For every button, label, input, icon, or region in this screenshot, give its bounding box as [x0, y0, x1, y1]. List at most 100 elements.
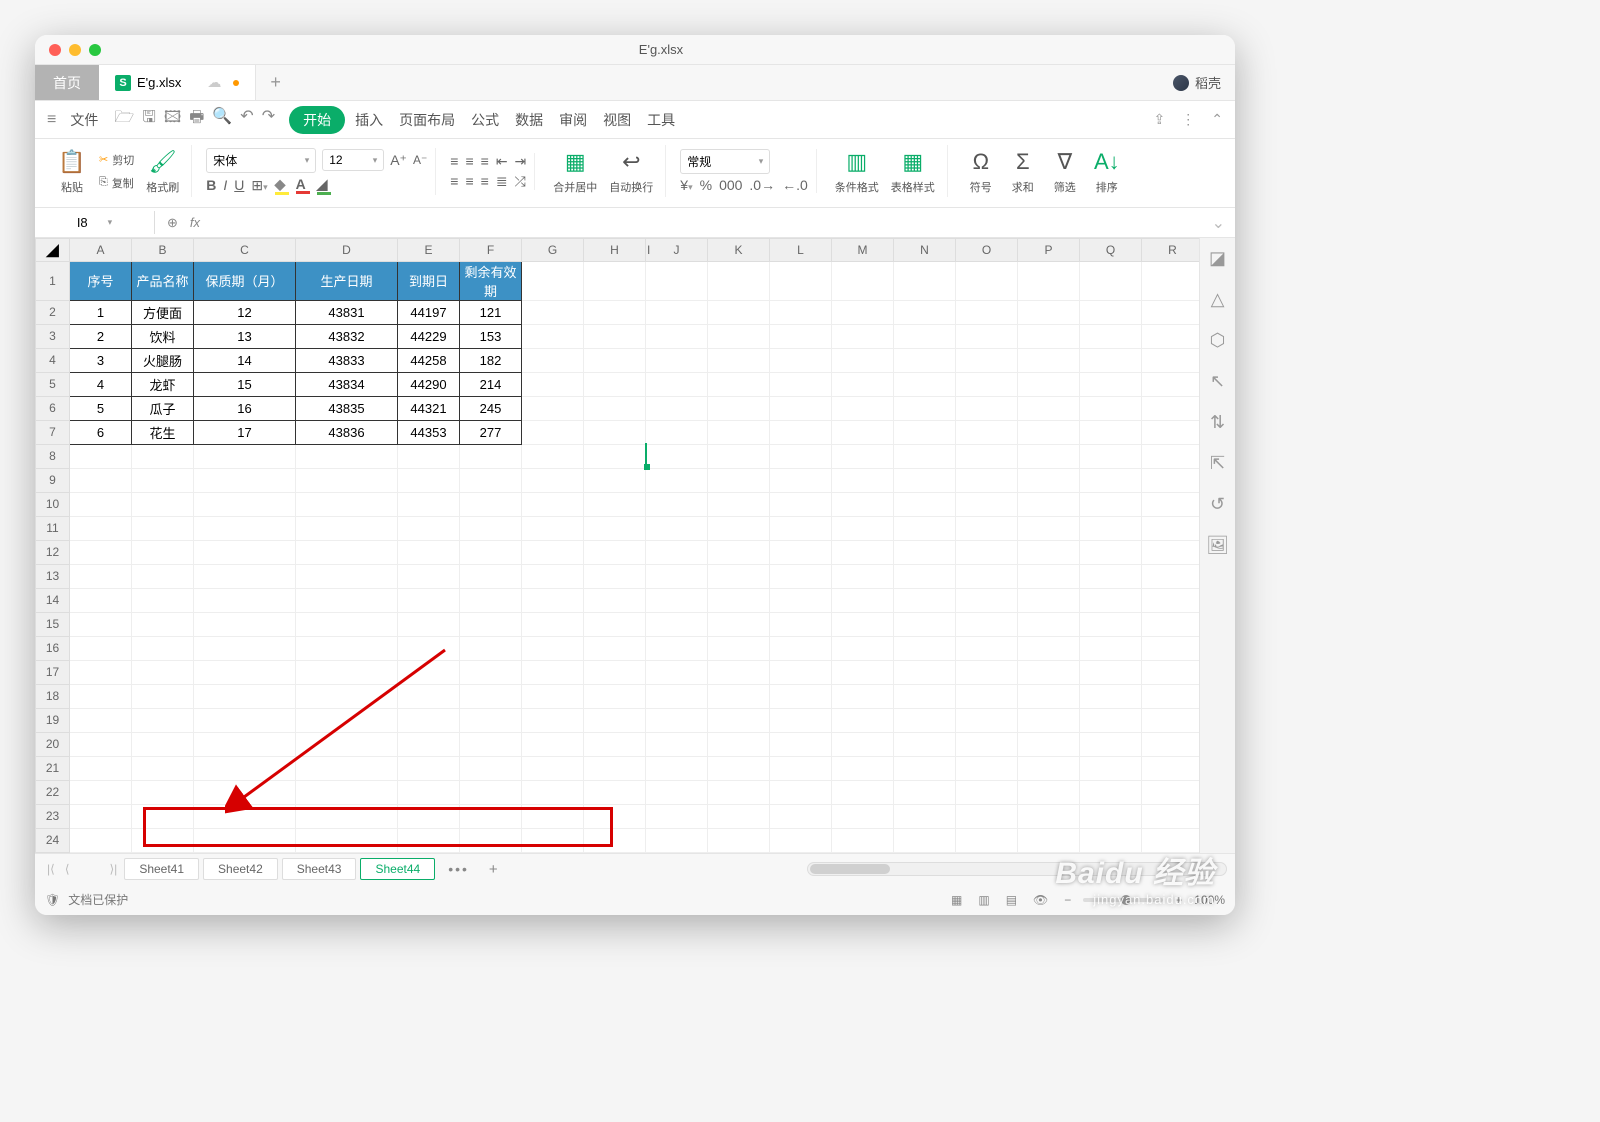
cell-J23[interactable]: [646, 804, 708, 828]
cell-Q11[interactable]: [1080, 516, 1142, 540]
cell-C21[interactable]: [194, 756, 296, 780]
cell-H20[interactable]: [584, 732, 646, 756]
cell-F2[interactable]: 121: [460, 300, 522, 324]
cell-R23[interactable]: [1142, 804, 1200, 828]
cell-N9[interactable]: [894, 468, 956, 492]
row-header-23[interactable]: 23: [36, 804, 70, 828]
col-header-C[interactable]: C: [194, 239, 296, 262]
cell-G19[interactable]: [522, 708, 584, 732]
cell-C13[interactable]: [194, 564, 296, 588]
cell-O22[interactable]: [956, 780, 1018, 804]
cancel-formula-icon[interactable]: ⊕: [167, 215, 178, 231]
col-header-E[interactable]: E: [398, 239, 460, 262]
cell-L23[interactable]: [770, 804, 832, 828]
cell-A18[interactable]: [70, 684, 132, 708]
cell-Q16[interactable]: [1080, 636, 1142, 660]
row-header-2[interactable]: 2: [36, 300, 70, 324]
cell-H5[interactable]: [584, 372, 646, 396]
row-header-18[interactable]: 18: [36, 684, 70, 708]
number-format-select[interactable]: 常规▾: [680, 149, 770, 174]
cursor-icon[interactable]: ↖: [1210, 371, 1225, 392]
row-header-11[interactable]: 11: [36, 516, 70, 540]
cell-C16[interactable]: [194, 636, 296, 660]
cell-M4[interactable]: [832, 348, 894, 372]
cell-H18[interactable]: [584, 684, 646, 708]
cell-O13[interactable]: [956, 564, 1018, 588]
cell-D13[interactable]: [296, 564, 398, 588]
cell-B15[interactable]: [132, 612, 194, 636]
cell-O9[interactable]: [956, 468, 1018, 492]
cell-A8[interactable]: [70, 444, 132, 468]
cell-N14[interactable]: [894, 588, 956, 612]
cell-K14[interactable]: [708, 588, 770, 612]
cell-E7[interactable]: 44353: [398, 420, 460, 444]
cell-M2[interactable]: [832, 300, 894, 324]
col-header-N[interactable]: N: [894, 239, 956, 262]
cell-R16[interactable]: [1142, 636, 1200, 660]
sheet-next-icon[interactable]: ⟩|: [106, 860, 122, 878]
cell-R4[interactable]: [1142, 348, 1200, 372]
cell-L15[interactable]: [770, 612, 832, 636]
cell-M1[interactable]: [832, 261, 894, 300]
cell-L17[interactable]: [770, 660, 832, 684]
cell-K23[interactable]: [708, 804, 770, 828]
cell-B13[interactable]: [132, 564, 194, 588]
cell-L7[interactable]: [770, 420, 832, 444]
menu-formula[interactable]: 公式: [465, 106, 505, 134]
cell-H7[interactable]: [584, 420, 646, 444]
row-header-14[interactable]: 14: [36, 588, 70, 612]
row-header-7[interactable]: 7: [36, 420, 70, 444]
cell-A20[interactable]: [70, 732, 132, 756]
cell-A19[interactable]: [70, 708, 132, 732]
cell-C3[interactable]: 13: [194, 324, 296, 348]
cell-C2[interactable]: 12: [194, 300, 296, 324]
cell-P13[interactable]: [1018, 564, 1080, 588]
cell-C23[interactable]: [194, 804, 296, 828]
sort-button[interactable]: A↓排序: [1088, 145, 1126, 197]
cell-J18[interactable]: [646, 684, 708, 708]
export-pdf-icon[interactable]: 🖾: [164, 106, 181, 133]
cell-D16[interactable]: [296, 636, 398, 660]
more-icon[interactable]: ⋮: [1181, 111, 1195, 128]
row-header-10[interactable]: 10: [36, 492, 70, 516]
cell-M3[interactable]: [832, 324, 894, 348]
cell-E20[interactable]: [398, 732, 460, 756]
cell-P3[interactable]: [1018, 324, 1080, 348]
cell-M18[interactable]: [832, 684, 894, 708]
cell-D17[interactable]: [296, 660, 398, 684]
name-box[interactable]: I8▾: [35, 211, 155, 234]
cell-H6[interactable]: [584, 396, 646, 420]
cell-R19[interactable]: [1142, 708, 1200, 732]
cell-C7[interactable]: 17: [194, 420, 296, 444]
cell-R8[interactable]: [1142, 444, 1200, 468]
decrease-font-icon[interactable]: A⁻: [413, 153, 427, 167]
cell-O3[interactable]: [956, 324, 1018, 348]
cell-P12[interactable]: [1018, 540, 1080, 564]
page-break-view-icon[interactable]: ▤: [1002, 891, 1021, 909]
cell-J17[interactable]: [646, 660, 708, 684]
cell-J12[interactable]: [646, 540, 708, 564]
percent-icon[interactable]: %: [700, 177, 712, 193]
cell-F6[interactable]: 245: [460, 396, 522, 420]
cell-O20[interactable]: [956, 732, 1018, 756]
cell-M13[interactable]: [832, 564, 894, 588]
increase-font-icon[interactable]: A⁺: [390, 152, 407, 169]
formula-input[interactable]: [212, 211, 1202, 234]
cell-O24[interactable]: [956, 828, 1018, 852]
cell-M24[interactable]: [832, 828, 894, 852]
cell-E16[interactable]: [398, 636, 460, 660]
cell-F22[interactable]: [460, 780, 522, 804]
cell-N18[interactable]: [894, 684, 956, 708]
cell-F17[interactable]: [460, 660, 522, 684]
cell-B14[interactable]: [132, 588, 194, 612]
cell-K12[interactable]: [708, 540, 770, 564]
cell-R9[interactable]: [1142, 468, 1200, 492]
cell-H3[interactable]: [584, 324, 646, 348]
cell-N10[interactable]: [894, 492, 956, 516]
cell-F4[interactable]: 182: [460, 348, 522, 372]
cell-A14[interactable]: [70, 588, 132, 612]
cell-F12[interactable]: [460, 540, 522, 564]
cell-F1[interactable]: 剩余有效期: [460, 261, 522, 300]
cell-O21[interactable]: [956, 756, 1018, 780]
cell-D23[interactable]: [296, 804, 398, 828]
